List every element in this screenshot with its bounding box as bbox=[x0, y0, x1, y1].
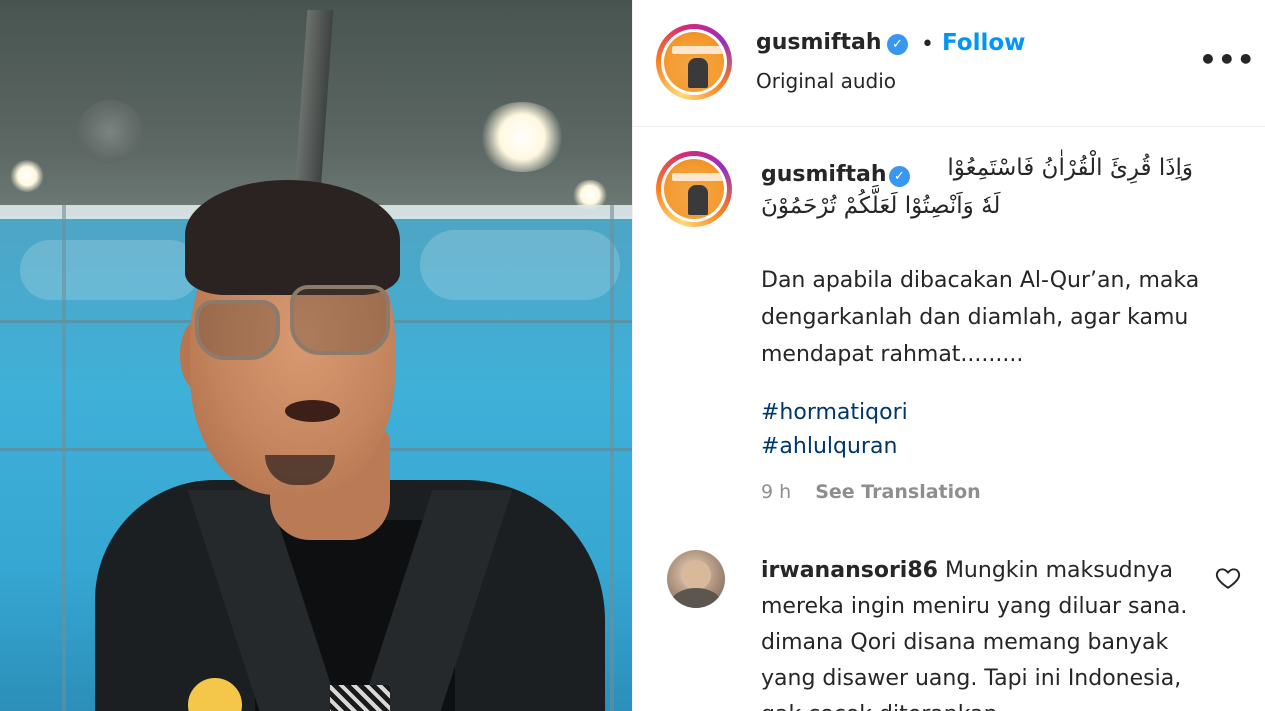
caption-arabic-line-1: وَاِذَا قُرِئَ الْقُرْاٰنُ فَاسْتَمِعُوْ… bbox=[947, 155, 1193, 181]
hashtag-link[interactable]: #hormatiqori bbox=[761, 400, 908, 425]
more-options-icon[interactable]: ••• bbox=[1199, 43, 1256, 76]
avatar-face bbox=[681, 560, 711, 590]
window-mullion bbox=[610, 205, 614, 711]
author-avatar[interactable] bbox=[656, 24, 732, 100]
ceiling-light bbox=[10, 160, 44, 192]
shirt-print bbox=[330, 685, 390, 711]
avatar-frame bbox=[661, 156, 727, 222]
post-header: gusmiftah ✓ • Follow Original audio ••• bbox=[633, 0, 1265, 127]
caption-username[interactable]: gusmiftah bbox=[761, 162, 887, 187]
person-mouth bbox=[285, 400, 340, 422]
post-video[interactable] bbox=[0, 0, 632, 711]
commenter-avatar[interactable] bbox=[667, 550, 725, 608]
sky-cloud bbox=[420, 230, 620, 300]
post-timestamp: 9 h bbox=[761, 481, 792, 503]
avatar-frame bbox=[661, 29, 727, 95]
follow-button[interactable]: Follow bbox=[942, 30, 1025, 56]
person-hair bbox=[185, 180, 400, 295]
caption-arabic-line-2: لَهٗ وَاَنْصِتُوْا لَعَلَّكُمْ تُرْحَمُو… bbox=[761, 193, 1001, 219]
verified-badge-icon: ✓ bbox=[887, 34, 908, 55]
author-username[interactable]: gusmiftah bbox=[756, 30, 882, 55]
heart-icon[interactable] bbox=[1215, 565, 1241, 591]
caption-text: Dan apabila dibacakan Al-Qur’an, maka de… bbox=[761, 268, 1200, 367]
avatar-body bbox=[671, 588, 721, 608]
caption-author-avatar[interactable] bbox=[656, 151, 732, 227]
avatar-image bbox=[664, 159, 724, 219]
caption-meta: 9 h See Translation bbox=[761, 481, 981, 503]
post-detail-panel: gusmiftah ✓ • Follow Original audio ••• … bbox=[632, 0, 1265, 711]
window-mullion bbox=[62, 205, 66, 711]
sunglasses-lens bbox=[290, 285, 390, 355]
ceiling-light bbox=[478, 102, 566, 172]
ceiling-speaker bbox=[78, 100, 142, 164]
audio-link[interactable]: Original audio bbox=[756, 69, 896, 93]
separator-dot: • bbox=[921, 32, 934, 57]
sunglasses-lens bbox=[195, 300, 280, 360]
hashtag-link[interactable]: #ahlulquran bbox=[761, 434, 897, 459]
avatar-figure bbox=[688, 185, 708, 215]
see-translation-button[interactable]: See Translation bbox=[815, 481, 980, 503]
avatar-logo-text bbox=[672, 173, 724, 181]
avatar-image bbox=[664, 32, 724, 92]
comment-item: irwanansori86 Mungkin maksudnya mereka i… bbox=[761, 553, 1206, 711]
avatar-logo-text bbox=[672, 46, 724, 54]
avatar-figure bbox=[688, 58, 708, 88]
commenter-username[interactable]: irwanansori86 bbox=[761, 558, 938, 583]
sky-cloud bbox=[20, 240, 200, 300]
